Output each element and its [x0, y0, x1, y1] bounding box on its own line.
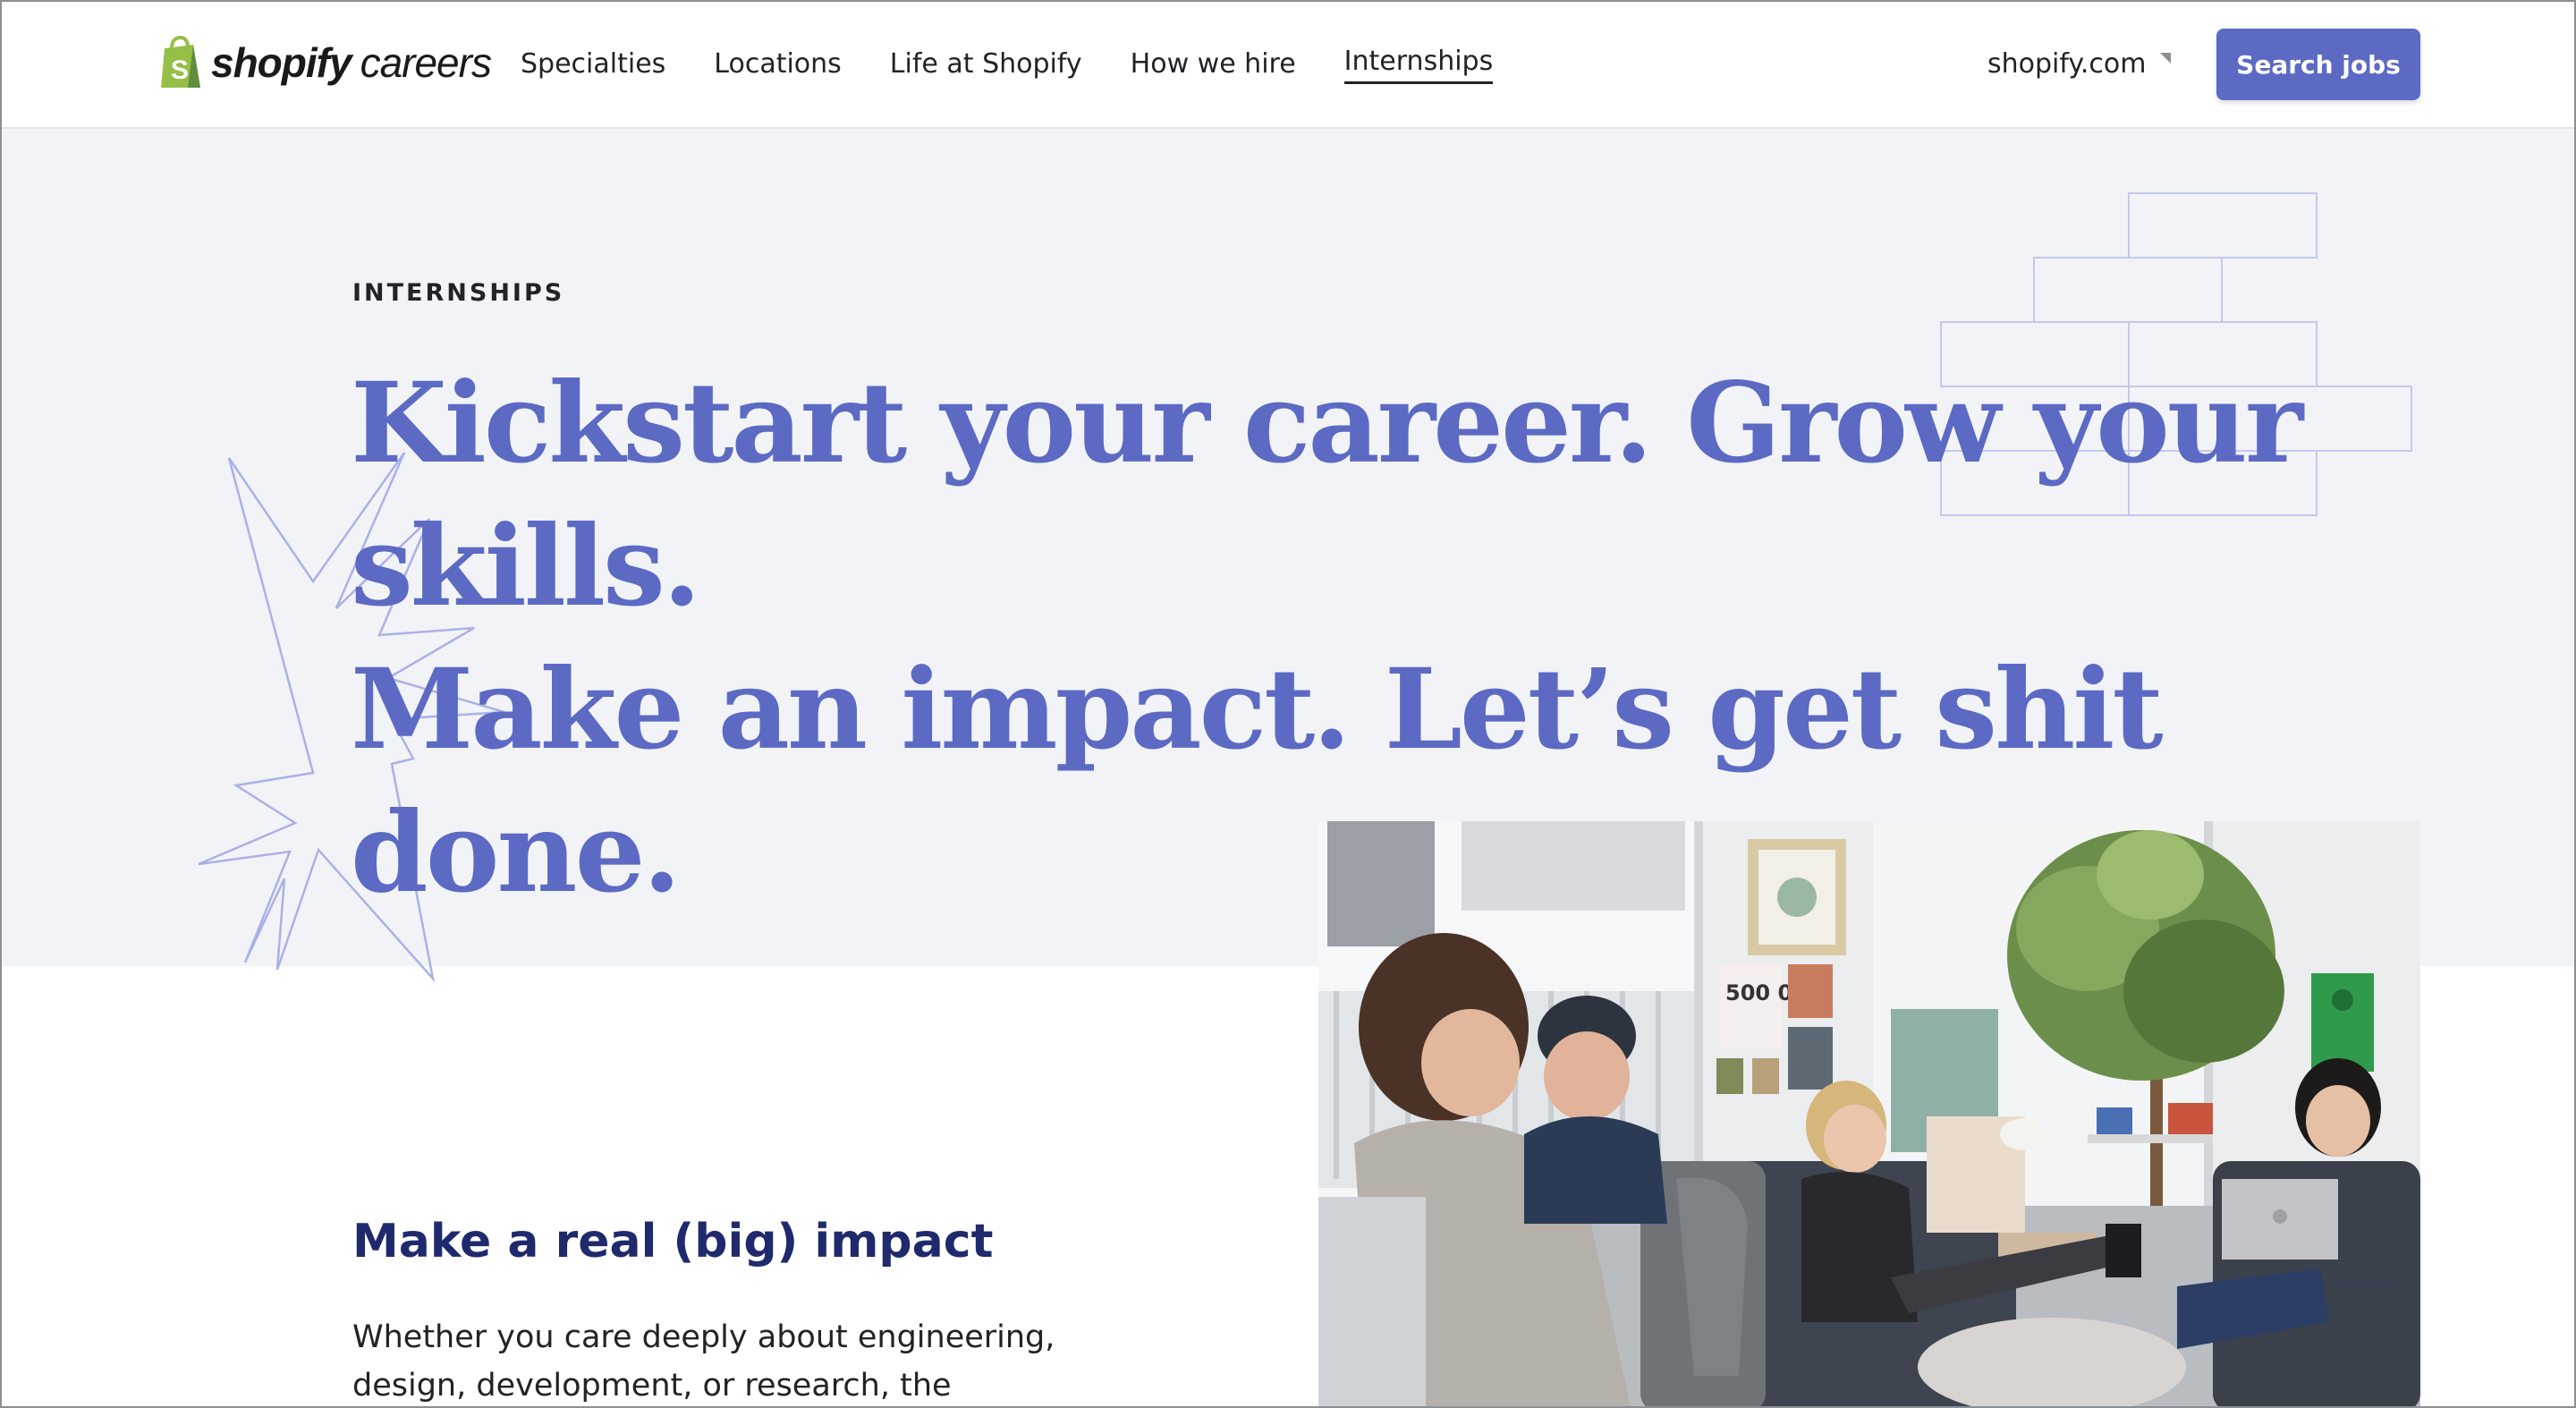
shopify-careers-logo[interactable]: S shopify careers — [157, 34, 492, 91]
logo-subtitle: careers — [360, 39, 492, 86]
shopify-bag-icon: S — [161, 36, 200, 88]
nav-item-how-we-hire[interactable]: How we hire — [1131, 45, 1296, 84]
browser-viewport: S shopify careers Specialties Locations … — [0, 0, 2576, 1408]
external-link-icon — [2159, 53, 2171, 64]
nav-item-locations[interactable]: Locations — [714, 45, 842, 84]
headline-line-1: Kickstart your career. Grow your skills. — [351, 359, 2303, 632]
office-photo: 500 000 — [1318, 821, 2420, 1406]
svg-text:S: S — [171, 55, 189, 85]
section-title: Make a real (big) impact — [352, 1215, 994, 1268]
main-nav: Specialties Locations Life at Shopify Ho… — [521, 45, 1541, 84]
nav-item-life-at-shopify[interactable]: Life at Shopify — [890, 45, 1082, 84]
office-photo-illustration: 500 000 — [1318, 821, 2420, 1406]
section-body: Whether you care deeply about engineerin… — [352, 1319, 1055, 1404]
nav-item-internships[interactable]: Internships — [1343, 45, 1494, 84]
site-header: S shopify careers Specialties Locations … — [2, 2, 2574, 129]
shopify-com-label: shopify.com — [1987, 48, 2147, 80]
search-jobs-button[interactable]: Search jobs — [2216, 29, 2420, 100]
logo-wordmark: shopify — [211, 39, 352, 86]
nav-item-specialties[interactable]: Specialties — [521, 45, 665, 84]
shopify-com-link[interactable]: shopify.com — [1987, 45, 2172, 84]
page-eyebrow: INTERNSHIPS — [352, 279, 565, 307]
